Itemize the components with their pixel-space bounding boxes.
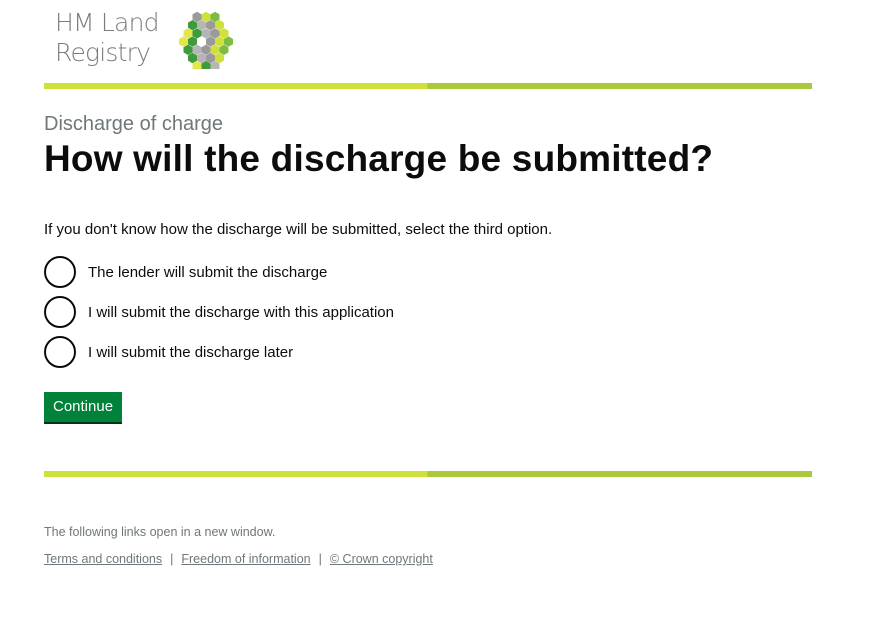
logo-hexagon: [188, 36, 197, 47]
site-header: HM Land Registry: [44, 0, 812, 90]
link-separator: |: [318, 552, 322, 566]
logo-line-1: HM Land: [55, 8, 159, 37]
logo-hexagon: [206, 36, 215, 47]
hexagon-logo-icon: [179, 11, 233, 69]
logo-hexagon: [192, 11, 202, 23]
logo-hexagon: [179, 36, 188, 47]
logo-line-2: Registry: [55, 38, 151, 67]
footer-divider-bar: [44, 471, 812, 477]
link-separator: |: [170, 552, 174, 566]
logo-hexagon: [201, 28, 211, 39]
logo-hexagon: [201, 11, 211, 23]
header-divider-bar: [44, 83, 812, 89]
radio-option-later[interactable]: I will submit the discharge later: [44, 335, 394, 369]
footer-links: Terms and conditions | Freedom of inform…: [44, 552, 433, 566]
radio-label: The lender will submit the discharge: [88, 263, 328, 281]
radio-label: I will submit the discharge with this ap…: [88, 303, 394, 321]
logo-hexagon: [197, 52, 206, 64]
terms-and-conditions-link[interactable]: Terms and conditions: [44, 552, 162, 566]
logo-hexagon: [215, 52, 224, 64]
logo-hexagon: [192, 44, 202, 55]
page-title: How will the discharge be submitted?: [44, 138, 714, 179]
logo-hexagon: [188, 52, 197, 64]
freedom-of-information-link[interactable]: Freedom of information: [181, 552, 310, 566]
logo-hexagon: [219, 28, 229, 39]
logo-hexagon: [206, 52, 215, 64]
logo-text: HM Land Registry: [55, 8, 159, 68]
logo-hexagon: [183, 44, 193, 55]
logo-hexagon: [197, 20, 206, 31]
logo-hexagon: [183, 28, 193, 39]
logo-hexagon: [224, 36, 233, 47]
logo-hexagon: [201, 44, 211, 55]
submission-method-radio-group: The lender will submit the discharge I w…: [44, 255, 394, 375]
radio-circle[interactable]: [44, 256, 76, 288]
logo-hexagon: [210, 44, 220, 55]
hm-land-registry-logo[interactable]: HM Land Registry: [55, 8, 233, 69]
logo-hexagon: [188, 20, 197, 31]
logo-hexagon: [215, 20, 224, 31]
logo-hexagon: [206, 20, 215, 31]
logo-hexagon: [210, 11, 220, 23]
logo-hexagon: [215, 36, 224, 47]
logo-hexagon: [197, 36, 206, 47]
logo-hexagon: [210, 28, 220, 39]
radio-label: I will submit the discharge later: [88, 343, 294, 361]
radio-circle[interactable]: [44, 336, 76, 368]
footer-note: The following links open in a new window…: [44, 525, 276, 539]
radio-option-with-application[interactable]: I will submit the discharge with this ap…: [44, 295, 394, 329]
crown-copyright-link[interactable]: © Crown copyright: [330, 552, 433, 566]
hint-text: If you don't know how the discharge will…: [44, 221, 553, 238]
logo-hexagon: [192, 28, 202, 39]
radio-option-lender[interactable]: The lender will submit the discharge: [44, 255, 394, 289]
radio-circle[interactable]: [44, 296, 76, 328]
continue-button[interactable]: Continue: [44, 392, 123, 422]
page-caption: Discharge of charge: [44, 113, 223, 135]
logo-hexagon: [219, 44, 229, 55]
